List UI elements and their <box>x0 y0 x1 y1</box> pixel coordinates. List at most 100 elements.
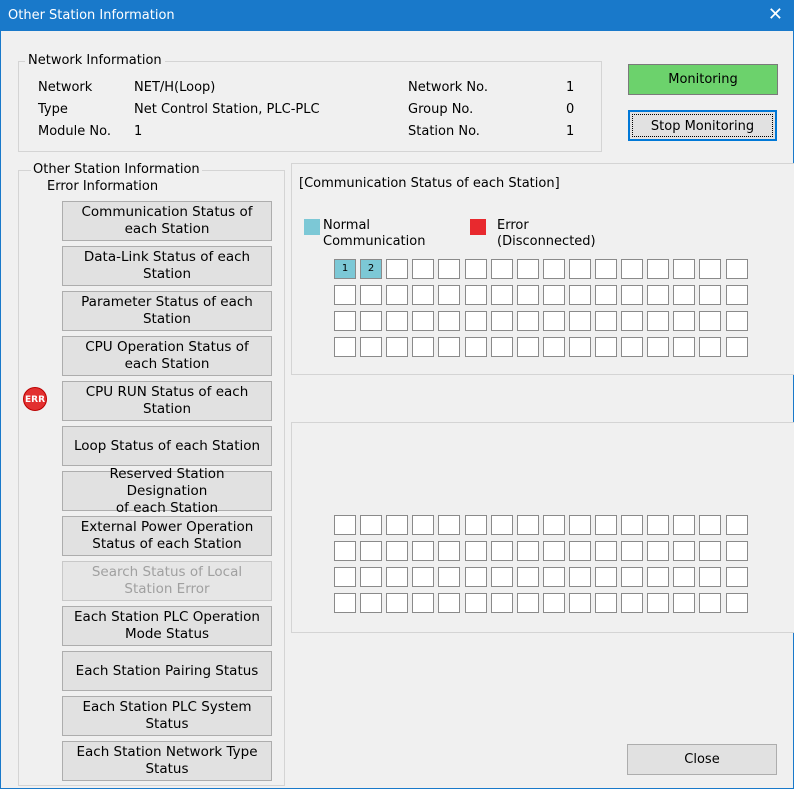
station-cell <box>412 515 435 535</box>
station-cell <box>568 541 591 561</box>
station-cell <box>516 337 539 357</box>
station-cell <box>699 541 722 561</box>
network-information-legend: Network Information <box>25 53 165 68</box>
station-cell <box>568 285 591 305</box>
station-no-value: 1 <box>566 124 575 139</box>
normal-communication-swatch <box>304 219 320 235</box>
station-cell <box>464 567 487 587</box>
side-button-line2: Station Error <box>124 581 210 597</box>
side-button-2[interactable]: Data-Link Status of each Station <box>62 246 272 286</box>
error-information-label: Error Information <box>47 179 159 194</box>
module-no-label: Module No. <box>38 124 111 139</box>
station-cell <box>412 593 435 613</box>
stop-monitoring-button[interactable]: Stop Monitoring <box>628 110 777 141</box>
side-button-11[interactable]: Each Station Pairing Status <box>62 651 272 691</box>
side-button-line2: Station <box>143 401 191 417</box>
station-cell <box>647 593 670 613</box>
side-button-line1: Each Station Network Type <box>76 744 258 760</box>
side-button-label: Reserved Station Designation of each Stat… <box>67 466 267 517</box>
network-label: Network <box>38 80 93 95</box>
station-cell <box>725 337 748 357</box>
station-cell <box>386 311 409 331</box>
normal-legend-line1: Normal <box>323 218 371 233</box>
station-cell <box>568 567 591 587</box>
station-cell <box>647 259 670 279</box>
station-cell <box>647 515 670 535</box>
side-button-5[interactable]: CPU RUN Status of each Station <box>62 381 272 421</box>
station-cell <box>516 259 539 279</box>
side-button-7[interactable]: Reserved Station Designation of each Stat… <box>62 466 272 516</box>
side-button-line2: Status <box>145 716 189 732</box>
station-cell <box>621 337 644 357</box>
station-cell <box>386 285 409 305</box>
normal-legend-line2: Communication <box>323 234 426 249</box>
side-button-line1: Each Station PLC System <box>82 699 252 715</box>
station-cell <box>699 259 722 279</box>
station-cell <box>699 593 722 613</box>
station-cell <box>595 567 617 587</box>
other-station-info-legend: Other Station Information <box>31 162 202 177</box>
station-cell <box>438 311 461 331</box>
station-no-label: Station No. <box>408 124 480 139</box>
side-button-line2: each Station <box>124 221 210 237</box>
station-cell <box>516 515 539 535</box>
station-cell <box>334 311 356 331</box>
station-cell <box>438 567 461 587</box>
type-label: Type <box>38 102 68 117</box>
side-button-12[interactable]: Each Station PLC System Status <box>62 696 272 736</box>
station-cell <box>725 285 748 305</box>
side-button-6[interactable]: Loop Status of each Station <box>62 426 272 466</box>
side-button-13[interactable]: Each Station Network Type Status <box>62 741 272 781</box>
station-cell <box>516 285 539 305</box>
station-cell <box>568 337 591 357</box>
station-cell <box>542 541 565 561</box>
station-cell <box>438 593 461 613</box>
side-button-label: CPU Operation Status of each Station <box>85 339 249 373</box>
group-no-value: 0 <box>566 102 575 117</box>
station-cell <box>412 567 435 587</box>
station-cell <box>725 567 748 587</box>
network-no-value: 1 <box>566 80 575 95</box>
module-no-value: 1 <box>134 124 143 139</box>
station-cell <box>542 593 565 613</box>
station-cell <box>568 259 591 279</box>
station-cell <box>516 311 539 331</box>
station-cell <box>464 259 487 279</box>
station-cell <box>334 593 356 613</box>
station-cell <box>542 259 565 279</box>
station-cell <box>334 285 356 305</box>
network-value: NET/H(Loop) <box>134 80 216 95</box>
station-cell <box>647 337 670 357</box>
station-cell <box>438 515 461 535</box>
station-cell <box>386 259 409 279</box>
title-bar: Other Station Information ✕ <box>1 1 793 31</box>
side-button-3[interactable]: Parameter Status of each Station <box>62 291 272 331</box>
side-button-line1: CPU RUN Status of each <box>85 384 249 400</box>
station-cell <box>595 541 617 561</box>
side-button-label: Data-Link Status of each Station <box>84 249 250 283</box>
station-cell <box>490 541 513 561</box>
station-cell <box>386 593 409 613</box>
station-cell <box>568 311 591 331</box>
side-button-4[interactable]: CPU Operation Status of each Station <box>62 336 272 376</box>
side-button-line1: Reserved Station Designation <box>109 465 225 499</box>
station-cell <box>673 541 696 561</box>
side-button-1[interactable]: Communication Status of each Station <box>62 201 272 241</box>
side-button-10[interactable]: Each Station PLC Operation Mode Status <box>62 606 272 646</box>
side-button-9: Search Status of Local Station Error <box>62 561 272 601</box>
station-cell <box>386 515 409 535</box>
station-cell: 1 <box>334 259 356 279</box>
close-icon[interactable]: ✕ <box>768 4 783 25</box>
error-legend-line1: Error <box>497 218 529 233</box>
station-cell <box>699 515 722 535</box>
side-button-line1: External Power Operation <box>80 519 254 535</box>
side-button-label: Communication Status of each Station <box>81 204 252 238</box>
station-cell <box>490 285 513 305</box>
side-button-line2: each Station <box>124 356 210 372</box>
station-cell <box>360 337 383 357</box>
station-cell <box>334 337 356 357</box>
side-button-8[interactable]: External Power Operation Status of each S… <box>62 516 272 556</box>
station-cell <box>386 541 409 561</box>
close-button[interactable]: Close <box>627 744 777 775</box>
station-cell <box>673 259 696 279</box>
